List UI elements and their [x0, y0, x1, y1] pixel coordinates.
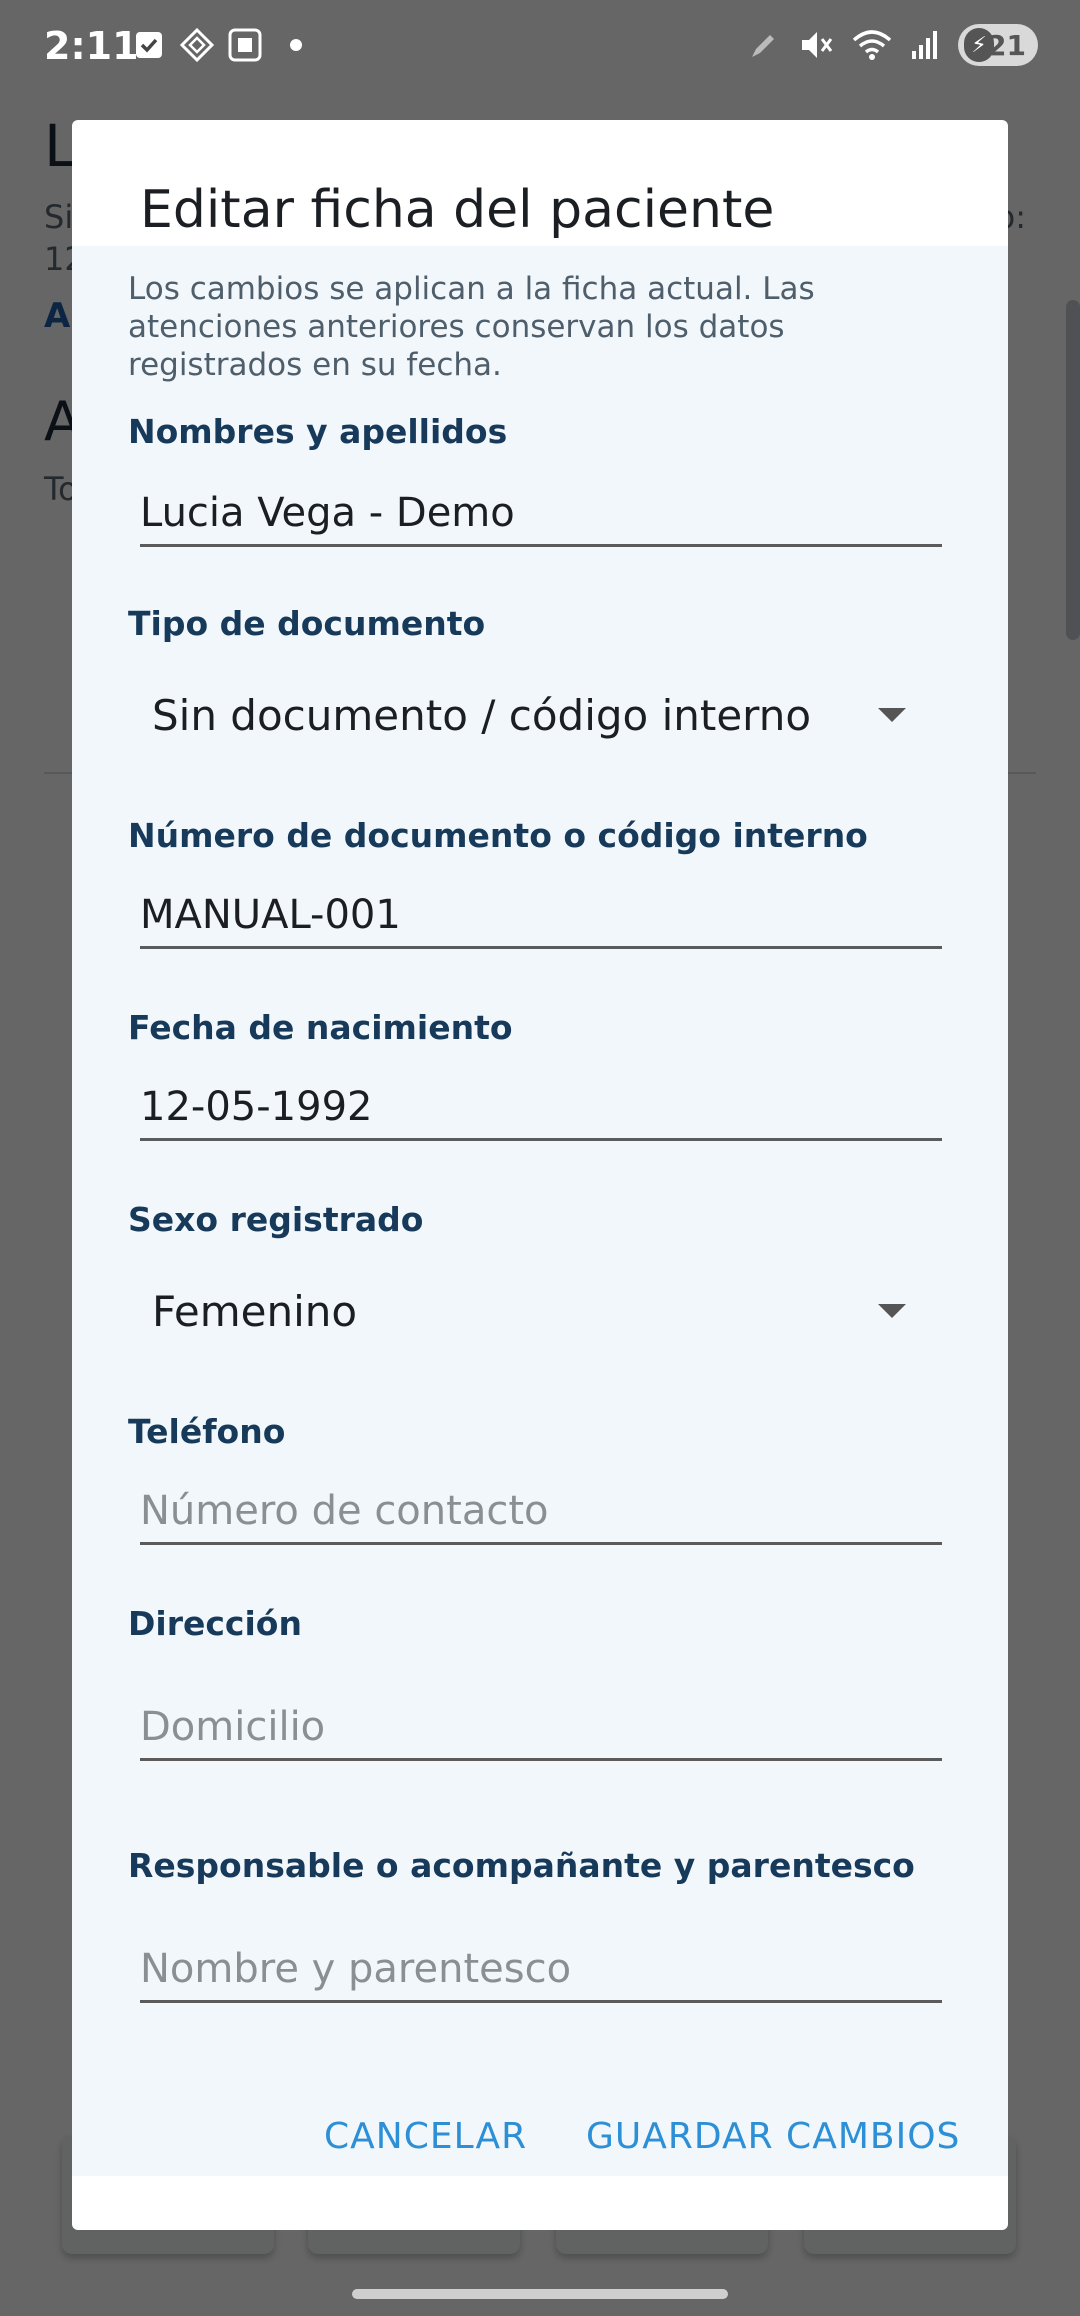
- phone-input[interactable]: [140, 1488, 942, 1545]
- pencil-icon: [752, 35, 774, 57]
- address-label: Dirección: [128, 1604, 302, 1643]
- phone-label: Teléfono: [128, 1412, 286, 1451]
- checkbox-notification-icon: [132, 28, 166, 62]
- status-time: 2:11: [44, 24, 139, 68]
- doc-number-input[interactable]: [140, 892, 942, 949]
- dialog-title: Editar ficha del paciente: [140, 180, 775, 240]
- save-changes-button[interactable]: GUARDAR CAMBIOS: [586, 2116, 960, 2157]
- more-notifications-dot: [290, 39, 302, 51]
- guardian-label: Responsable o acompañante y parentesco: [128, 1846, 915, 1885]
- square-app-icon: [228, 28, 262, 62]
- birth-date-label: Fecha de nacimiento: [128, 1008, 513, 1047]
- cancel-button[interactable]: CANCELAR: [324, 2116, 527, 2157]
- edit-patient-dialog: Editar ficha del paciente Los cambios se…: [72, 120, 1008, 2230]
- address-input[interactable]: [140, 1704, 942, 1761]
- sex-label: Sexo registrado: [128, 1200, 424, 1239]
- doc-number-label: Número de documento o código interno: [128, 816, 868, 855]
- doc-type-value: Sin documento / código interno: [152, 690, 812, 740]
- dialog-info-text: Los cambios se aplican a la ficha actual…: [128, 271, 815, 383]
- diamond-app-icon: [180, 28, 214, 62]
- wifi-icon: [852, 30, 892, 60]
- system-icons: ⚡ 21: [748, 24, 1038, 66]
- dropdown-arrow-icon: [878, 1304, 906, 1318]
- sex-select[interactable]: Femenino: [140, 1266, 942, 1356]
- name-input[interactable]: [140, 490, 942, 547]
- doc-type-select[interactable]: Sin documento / código interno: [140, 670, 942, 760]
- home-indicator[interactable]: [352, 2289, 728, 2299]
- battery-indicator: ⚡ 21: [958, 24, 1038, 66]
- doc-type-label: Tipo de documento: [128, 604, 486, 643]
- guardian-input[interactable]: [140, 1946, 942, 2003]
- mute-icon: [802, 32, 833, 58]
- charging-icon: ⚡: [964, 28, 994, 62]
- name-label: Nombres y apellidos: [128, 412, 508, 451]
- notification-icons: [132, 28, 302, 62]
- sex-value: Femenino: [152, 1286, 358, 1336]
- birth-date-input[interactable]: [140, 1084, 942, 1141]
- dropdown-arrow-icon: [878, 708, 906, 722]
- signal-icon: [912, 31, 937, 59]
- status-bar: 2:11 ⚡ 21: [0, 0, 1080, 92]
